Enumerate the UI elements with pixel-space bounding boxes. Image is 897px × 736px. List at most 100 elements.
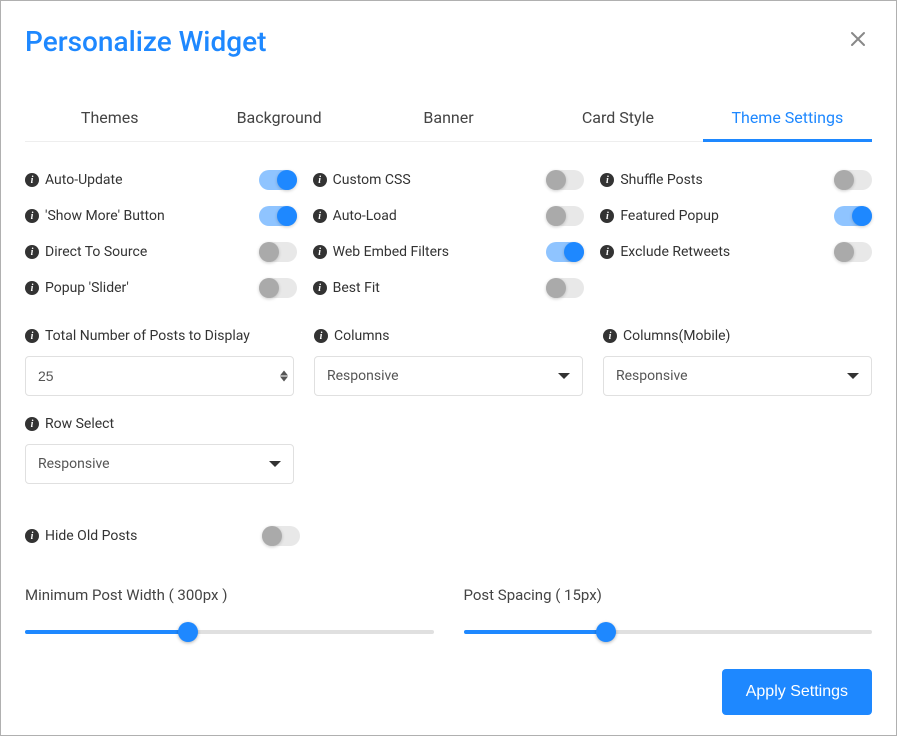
info-icon[interactable]: i — [25, 245, 39, 259]
tab-card-style[interactable]: Card Style — [533, 98, 702, 141]
info-icon[interactable]: i — [603, 329, 617, 343]
input-total-posts[interactable] — [25, 356, 294, 396]
row-shuffle-posts: i Shuffle Posts — [600, 170, 872, 190]
slider-spacing[interactable] — [464, 622, 873, 642]
slider-thumb[interactable] — [178, 622, 198, 642]
close-icon — [848, 29, 868, 49]
label-text: Columns — [334, 328, 389, 344]
select-columns[interactable]: Responsive — [314, 356, 583, 396]
toggle-auto-update[interactable] — [259, 170, 297, 190]
row-featured-popup: i Featured Popup — [600, 206, 872, 226]
toggle-featured-popup[interactable] — [834, 206, 872, 226]
toggle-auto-load[interactable] — [546, 206, 584, 226]
label-text: Popup 'Slider' — [45, 280, 129, 296]
info-icon[interactable]: i — [25, 281, 39, 295]
label-hide-old: i Hide Old Posts — [25, 528, 137, 544]
select-value: Responsive — [616, 368, 688, 384]
toggle-best-fit[interactable] — [546, 278, 584, 298]
label-best-fit: i Best Fit — [313, 280, 380, 296]
modal-footer: Apply Settings — [25, 669, 872, 715]
toggle-popup-slider[interactable] — [259, 278, 297, 298]
tab-themes[interactable]: Themes — [25, 98, 194, 141]
row-direct-source: i Direct To Source — [25, 242, 297, 262]
label-text: Custom CSS — [333, 172, 411, 188]
label-text: Shuffle Posts — [620, 172, 702, 188]
label-auto-load: i Auto-Load — [313, 208, 397, 224]
label-featured-popup: i Featured Popup — [600, 208, 719, 224]
chevron-down-icon — [280, 377, 288, 382]
toggle-shuffle-posts[interactable] — [834, 170, 872, 190]
info-icon[interactable]: i — [313, 173, 327, 187]
spinner[interactable] — [280, 371, 288, 382]
modal-header: Personalize Widget — [25, 25, 872, 58]
label-text: Featured Popup — [620, 208, 719, 224]
slider-row: Minimum Post Width ( 300px ) Post Spacin… — [25, 586, 872, 642]
toggle-show-more[interactable] — [259, 206, 297, 226]
select-row-select[interactable]: Responsive — [25, 444, 294, 484]
field-columns: i Columns Responsive — [314, 328, 583, 396]
label-exclude-retweets: i Exclude Retweets — [600, 244, 730, 260]
personalize-widget-modal: Personalize Widget Themes Background Ban… — [0, 0, 897, 736]
label-text: Exclude Retweets — [620, 244, 730, 260]
info-icon[interactable]: i — [25, 417, 39, 431]
label-columns: i Columns — [314, 328, 583, 344]
info-icon[interactable]: i — [314, 329, 328, 343]
info-icon[interactable]: i — [313, 209, 327, 223]
label-spacing: Post Spacing ( 15px) — [464, 586, 873, 604]
tabs: Themes Background Banner Card Style Them… — [25, 98, 872, 142]
info-icon[interactable]: i — [600, 245, 614, 259]
tab-theme-settings[interactable]: Theme Settings — [703, 98, 872, 141]
label-web-embed: i Web Embed Filters — [313, 244, 449, 260]
toggle-direct-source[interactable] — [259, 242, 297, 262]
info-icon[interactable]: i — [600, 209, 614, 223]
slider-track — [25, 630, 434, 634]
toggle-exclude-retweets[interactable] — [834, 242, 872, 262]
row-auto-update: i Auto-Update — [25, 170, 297, 190]
row-custom-css: i Custom CSS — [313, 170, 585, 190]
row-best-fit: i Best Fit — [313, 278, 585, 298]
info-icon[interactable]: i — [25, 329, 39, 343]
chevron-down-icon — [269, 461, 281, 467]
slider-block-min-width: Minimum Post Width ( 300px ) — [25, 586, 434, 642]
chevron-down-icon — [558, 373, 570, 379]
label-auto-update: i Auto-Update — [25, 172, 123, 188]
label-total-posts: i Total Number of Posts to Display — [25, 328, 294, 344]
info-icon[interactable]: i — [600, 173, 614, 187]
select-value: Responsive — [38, 456, 110, 472]
label-text: Columns(Mobile) — [623, 328, 730, 344]
field-total-posts: i Total Number of Posts to Display — [25, 328, 294, 396]
apply-settings-button[interactable]: Apply Settings — [722, 669, 872, 715]
info-icon[interactable]: i — [313, 281, 327, 295]
label-text: 'Show More' Button — [45, 208, 165, 224]
slider-thumb[interactable] — [596, 622, 616, 642]
label-popup-slider: i Popup 'Slider' — [25, 280, 129, 296]
label-text: Total Number of Posts to Display — [45, 328, 250, 344]
toggle-hide-old[interactable] — [262, 526, 300, 546]
tab-banner[interactable]: Banner — [364, 98, 533, 141]
tab-background[interactable]: Background — [194, 98, 363, 141]
label-text: Web Embed Filters — [333, 244, 449, 260]
close-button[interactable] — [844, 25, 872, 56]
row-exclude-retweets: i Exclude Retweets — [600, 242, 872, 262]
slider-fill — [25, 630, 188, 634]
slider-fill — [464, 630, 607, 634]
chevron-down-icon — [847, 373, 859, 379]
toggle-web-embed[interactable] — [546, 242, 584, 262]
label-text: Auto-Load — [333, 208, 397, 224]
label-shuffle-posts: i Shuffle Posts — [600, 172, 702, 188]
info-icon[interactable]: i — [25, 529, 39, 543]
slider-min-width[interactable] — [25, 622, 434, 642]
field-grid: i Total Number of Posts to Display i Col… — [25, 328, 872, 484]
info-icon[interactable]: i — [25, 173, 39, 187]
label-columns-mobile: i Columns(Mobile) — [603, 328, 872, 344]
info-icon[interactable]: i — [313, 245, 327, 259]
select-columns-mobile[interactable]: Responsive — [603, 356, 872, 396]
field-columns-mobile: i Columns(Mobile) Responsive — [603, 328, 872, 396]
info-icon[interactable]: i — [25, 209, 39, 223]
label-show-more: i 'Show More' Button — [25, 208, 165, 224]
label-custom-css: i Custom CSS — [313, 172, 411, 188]
toggle-custom-css[interactable] — [546, 170, 584, 190]
label-text: Best Fit — [333, 280, 380, 296]
slider-block-spacing: Post Spacing ( 15px) — [464, 586, 873, 642]
row-popup-slider: i Popup 'Slider' — [25, 278, 297, 298]
